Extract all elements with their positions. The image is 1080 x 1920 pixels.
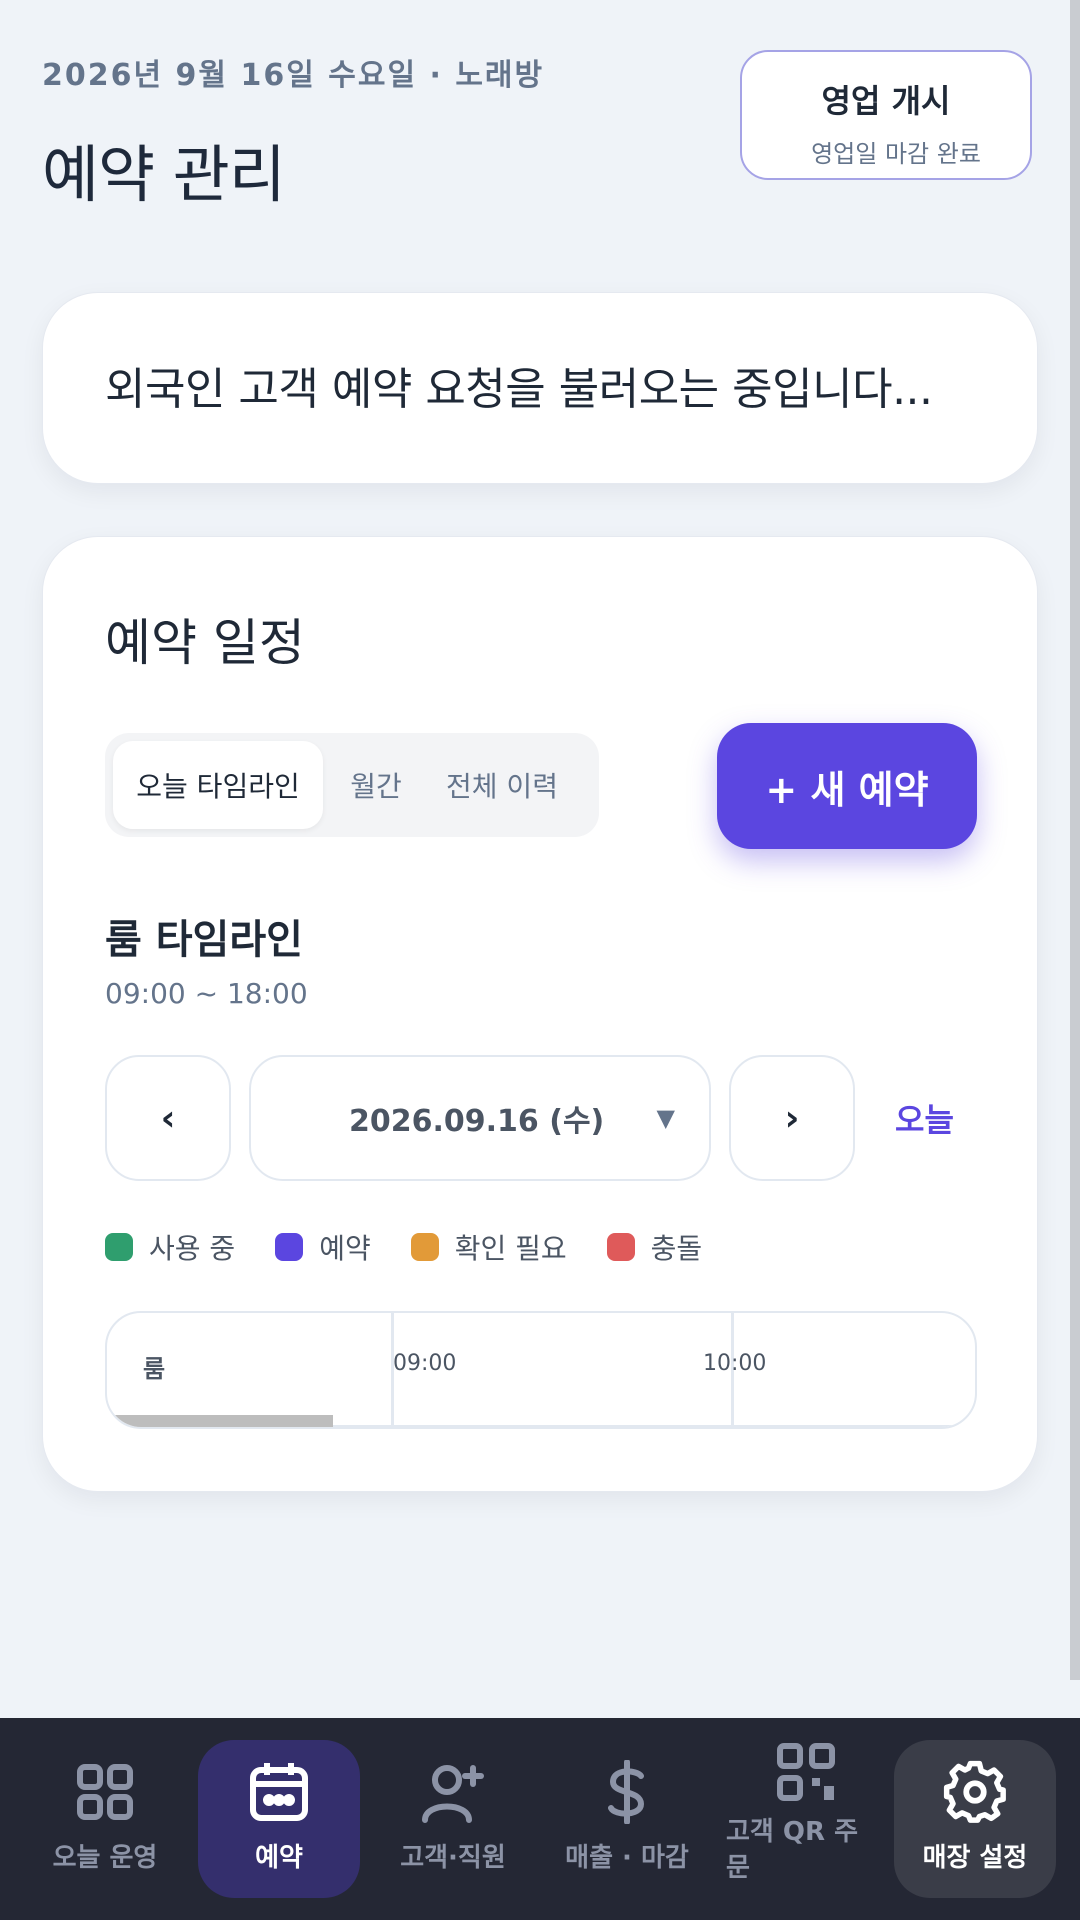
nav-label: 고객·직원 <box>400 1843 506 1873</box>
caret-down-icon: ▼ <box>656 1104 675 1132</box>
timeline-grid[interactable]: 룸 09:00 10:00 <box>105 1311 977 1429</box>
legend-swatch <box>606 1233 635 1261</box>
loading-card: 외국인 고객 예약 요청을 불러오는 중입니다... <box>42 292 1038 484</box>
legend-needs-check: 확인 필요 <box>410 1227 567 1267</box>
next-day-button[interactable]: › <box>729 1055 855 1181</box>
business-hours: 09:00 ~ 18:00 <box>105 977 308 1010</box>
nav-customer-qr-order[interactable]: 고객 QR 주문 <box>720 1740 882 1898</box>
nav-label: 매출 · 마감 <box>565 1843 689 1873</box>
legend-label: 사용 중 <box>149 1232 236 1265</box>
view-tabs: 오늘 타임라인 월간 전체 이력 <box>105 733 599 837</box>
nav-label: 예약 <box>255 1843 303 1873</box>
tab-today-timeline[interactable]: 오늘 타임라인 <box>113 741 323 829</box>
legend-swatch <box>105 1233 133 1261</box>
schedule-title: 예약 일정 <box>105 614 305 672</box>
today-button[interactable]: 오늘 <box>895 1095 954 1141</box>
time-label: 10:00 <box>703 1351 767 1376</box>
nav-reservations[interactable]: 예약 <box>198 1740 360 1898</box>
tab-monthly[interactable]: 월간 <box>323 741 429 829</box>
page-header: 2026년 9월 16일 수요일 · 노래방 예약 관리 영업 개시 영업일 마… <box>42 50 1032 211</box>
time-label: 09:00 <box>393 1351 457 1376</box>
grid-icon <box>73 1760 137 1824</box>
nav-customers-staff[interactable]: 고객·직원 <box>372 1740 534 1898</box>
nav-sales-closing[interactable]: 매출 · 마감 <box>546 1740 708 1898</box>
room-column-header: 룸 <box>143 1355 166 1383</box>
tab-all-history[interactable]: 전체 이력 <box>429 741 575 829</box>
prev-day-button[interactable]: ‹ <box>105 1055 231 1181</box>
timeline-horizontal-scrollbar[interactable] <box>107 1415 333 1427</box>
page-scrollbar[interactable] <box>1070 0 1080 1680</box>
room-timeline-title: 룸 타임라인 <box>105 917 303 963</box>
bottom-navigation: 오늘 운영 예약 고객·직원 매출 · 마감 고객 QR 주문 매장 설정 <box>0 1718 1080 1920</box>
legend-label: 확인 필요 <box>454 1232 567 1265</box>
qr-icon <box>774 1740 838 1804</box>
legend-swatch <box>275 1233 304 1261</box>
legend-reserved: 예약 <box>275 1227 371 1267</box>
legend-label: 예약 <box>319 1232 371 1265</box>
date-select-value: 2026.09.16 (수) <box>349 1104 605 1139</box>
nav-label: 고객 QR 주문 <box>726 1817 858 1883</box>
legend-swatch <box>410 1233 439 1261</box>
chevron-left-icon: ‹ <box>160 1097 176 1139</box>
date-select[interactable]: 2026.09.16 (수) ▼ <box>249 1055 711 1181</box>
open-business-status: 영업일 마감 완료 <box>811 140 981 168</box>
status-legend: 사용 중 예약 확인 필요 충돌 <box>105 1227 742 1267</box>
legend-conflict: 충돌 <box>606 1227 703 1267</box>
chevron-right-icon: › <box>784 1097 800 1139</box>
calendar-icon <box>247 1760 311 1824</box>
new-reservation-button[interactable]: + 새 예약 <box>717 723 977 849</box>
legend-label: 충돌 <box>650 1232 703 1265</box>
loading-message: 외국인 고객 예약 요청을 불러오는 중입니다... <box>105 364 933 415</box>
nav-label: 오늘 운영 <box>52 1843 158 1873</box>
gear-icon <box>943 1760 1007 1824</box>
user-add-icon <box>421 1760 485 1824</box>
nav-store-settings[interactable]: 매장 설정 <box>894 1740 1056 1898</box>
open-business-label: 영업 개시 <box>821 82 951 120</box>
nav-label: 매장 설정 <box>922 1843 1028 1873</box>
schedule-card: 예약 일정 오늘 타임라인 월간 전체 이력 + 새 예약 룸 타임라인 09:… <box>42 536 1038 1492</box>
nav-today-operations[interactable]: 오늘 운영 <box>24 1740 186 1898</box>
open-business-button[interactable]: 영업 개시 영업일 마감 완료 <box>740 50 1032 180</box>
dollar-icon <box>595 1760 659 1824</box>
legend-in-use: 사용 중 <box>105 1227 235 1267</box>
